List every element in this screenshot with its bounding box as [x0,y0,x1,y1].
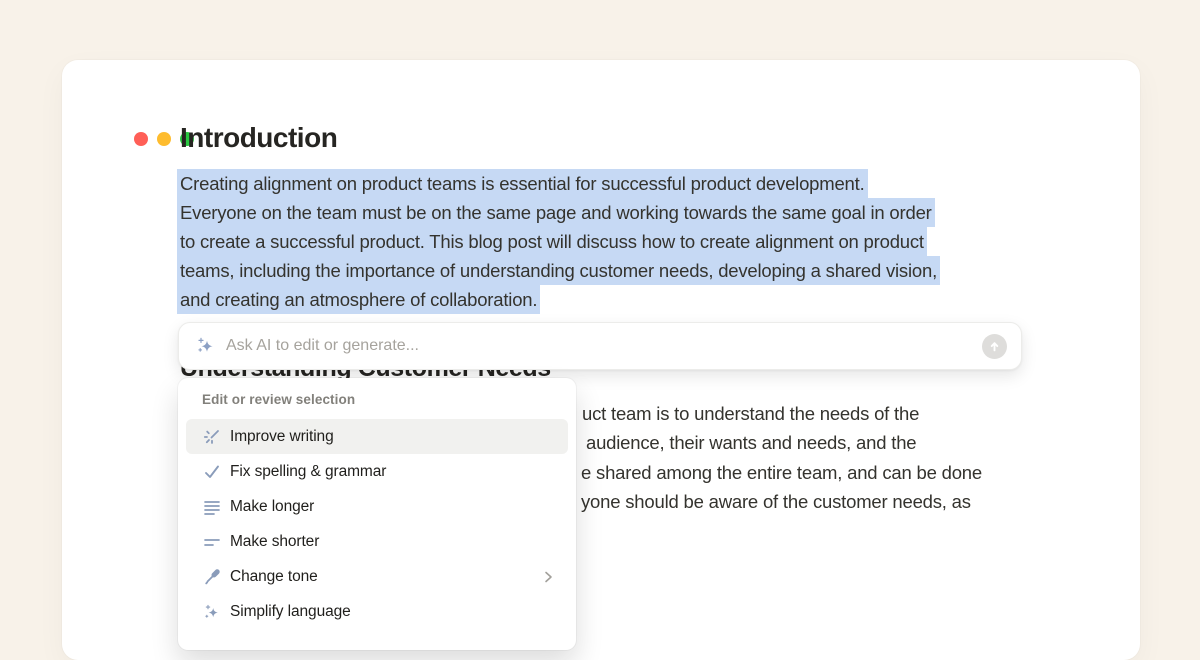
ai-prompt-input[interactable] [226,337,982,355]
selection-line[interactable]: Creating alignment on product teams is e… [180,169,940,198]
screenshot-root: { "window": { "traffic_lights": { "close… [0,0,1200,630]
minimize-window-button[interactable] [157,132,171,146]
selection-line[interactable]: to create a successful product. This blo… [180,227,940,256]
menu-item-label: Make shorter [230,533,319,551]
menu-item-label: Simplify language [230,603,351,621]
send-button[interactable] [982,334,1007,359]
menu-item-label: Fix spelling & grammar [230,463,386,481]
menu-item-label: Make longer [230,498,314,516]
close-window-button[interactable] [134,132,148,146]
menu-item-make-shorter[interactable]: Make shorter [186,524,568,559]
ai-menu: Edit or review selection Improve writing… [178,378,576,650]
selection-line[interactable]: teams, including the importance of under… [180,256,940,285]
microphone-icon [202,567,222,587]
background-text-fragment[interactable]: yone should be aware of the customer nee… [581,489,971,514]
menu-item-simplify-language[interactable]: Simplify language [186,594,568,629]
menu-item-make-longer[interactable]: Make longer [186,489,568,524]
selection-line[interactable]: and creating an atmosphere of collaborat… [180,285,940,314]
improve-writing-wand-icon [202,427,222,447]
selected-paragraph[interactable]: Creating alignment on product teams is e… [180,169,940,314]
menu-item-label: Improve writing [230,428,334,446]
sparkle-icon [202,602,222,622]
menu-item-fix-spelling-grammar[interactable]: Fix spelling & grammar [186,454,568,489]
ai-menu-section-label: Edit or review selection [186,386,568,419]
make-shorter-lines-icon [202,532,222,552]
background-text-fragment[interactable]: uct team is to understand the needs of t… [582,401,919,426]
background-text-fragment[interactable]: audience, their wants and needs, and the [586,430,916,455]
menu-item-label: Change tone [230,568,318,586]
selection-line[interactable]: Everyone on the team must be on the same… [180,198,940,227]
make-longer-lines-icon [202,497,222,517]
menu-item-improve-writing[interactable]: Improve writing [186,419,568,454]
submenu-chevron-right-icon [540,569,556,585]
menu-item-change-tone[interactable]: Change tone [186,559,568,594]
background-text-fragment[interactable]: e shared among the entire team, and can … [581,460,982,485]
check-icon [202,462,222,482]
send-up-arrow-icon [986,338,1003,355]
ai-sparkle-icon [196,336,216,356]
page-title[interactable]: Introduction [180,121,337,155]
ai-prompt-bar [178,322,1022,370]
